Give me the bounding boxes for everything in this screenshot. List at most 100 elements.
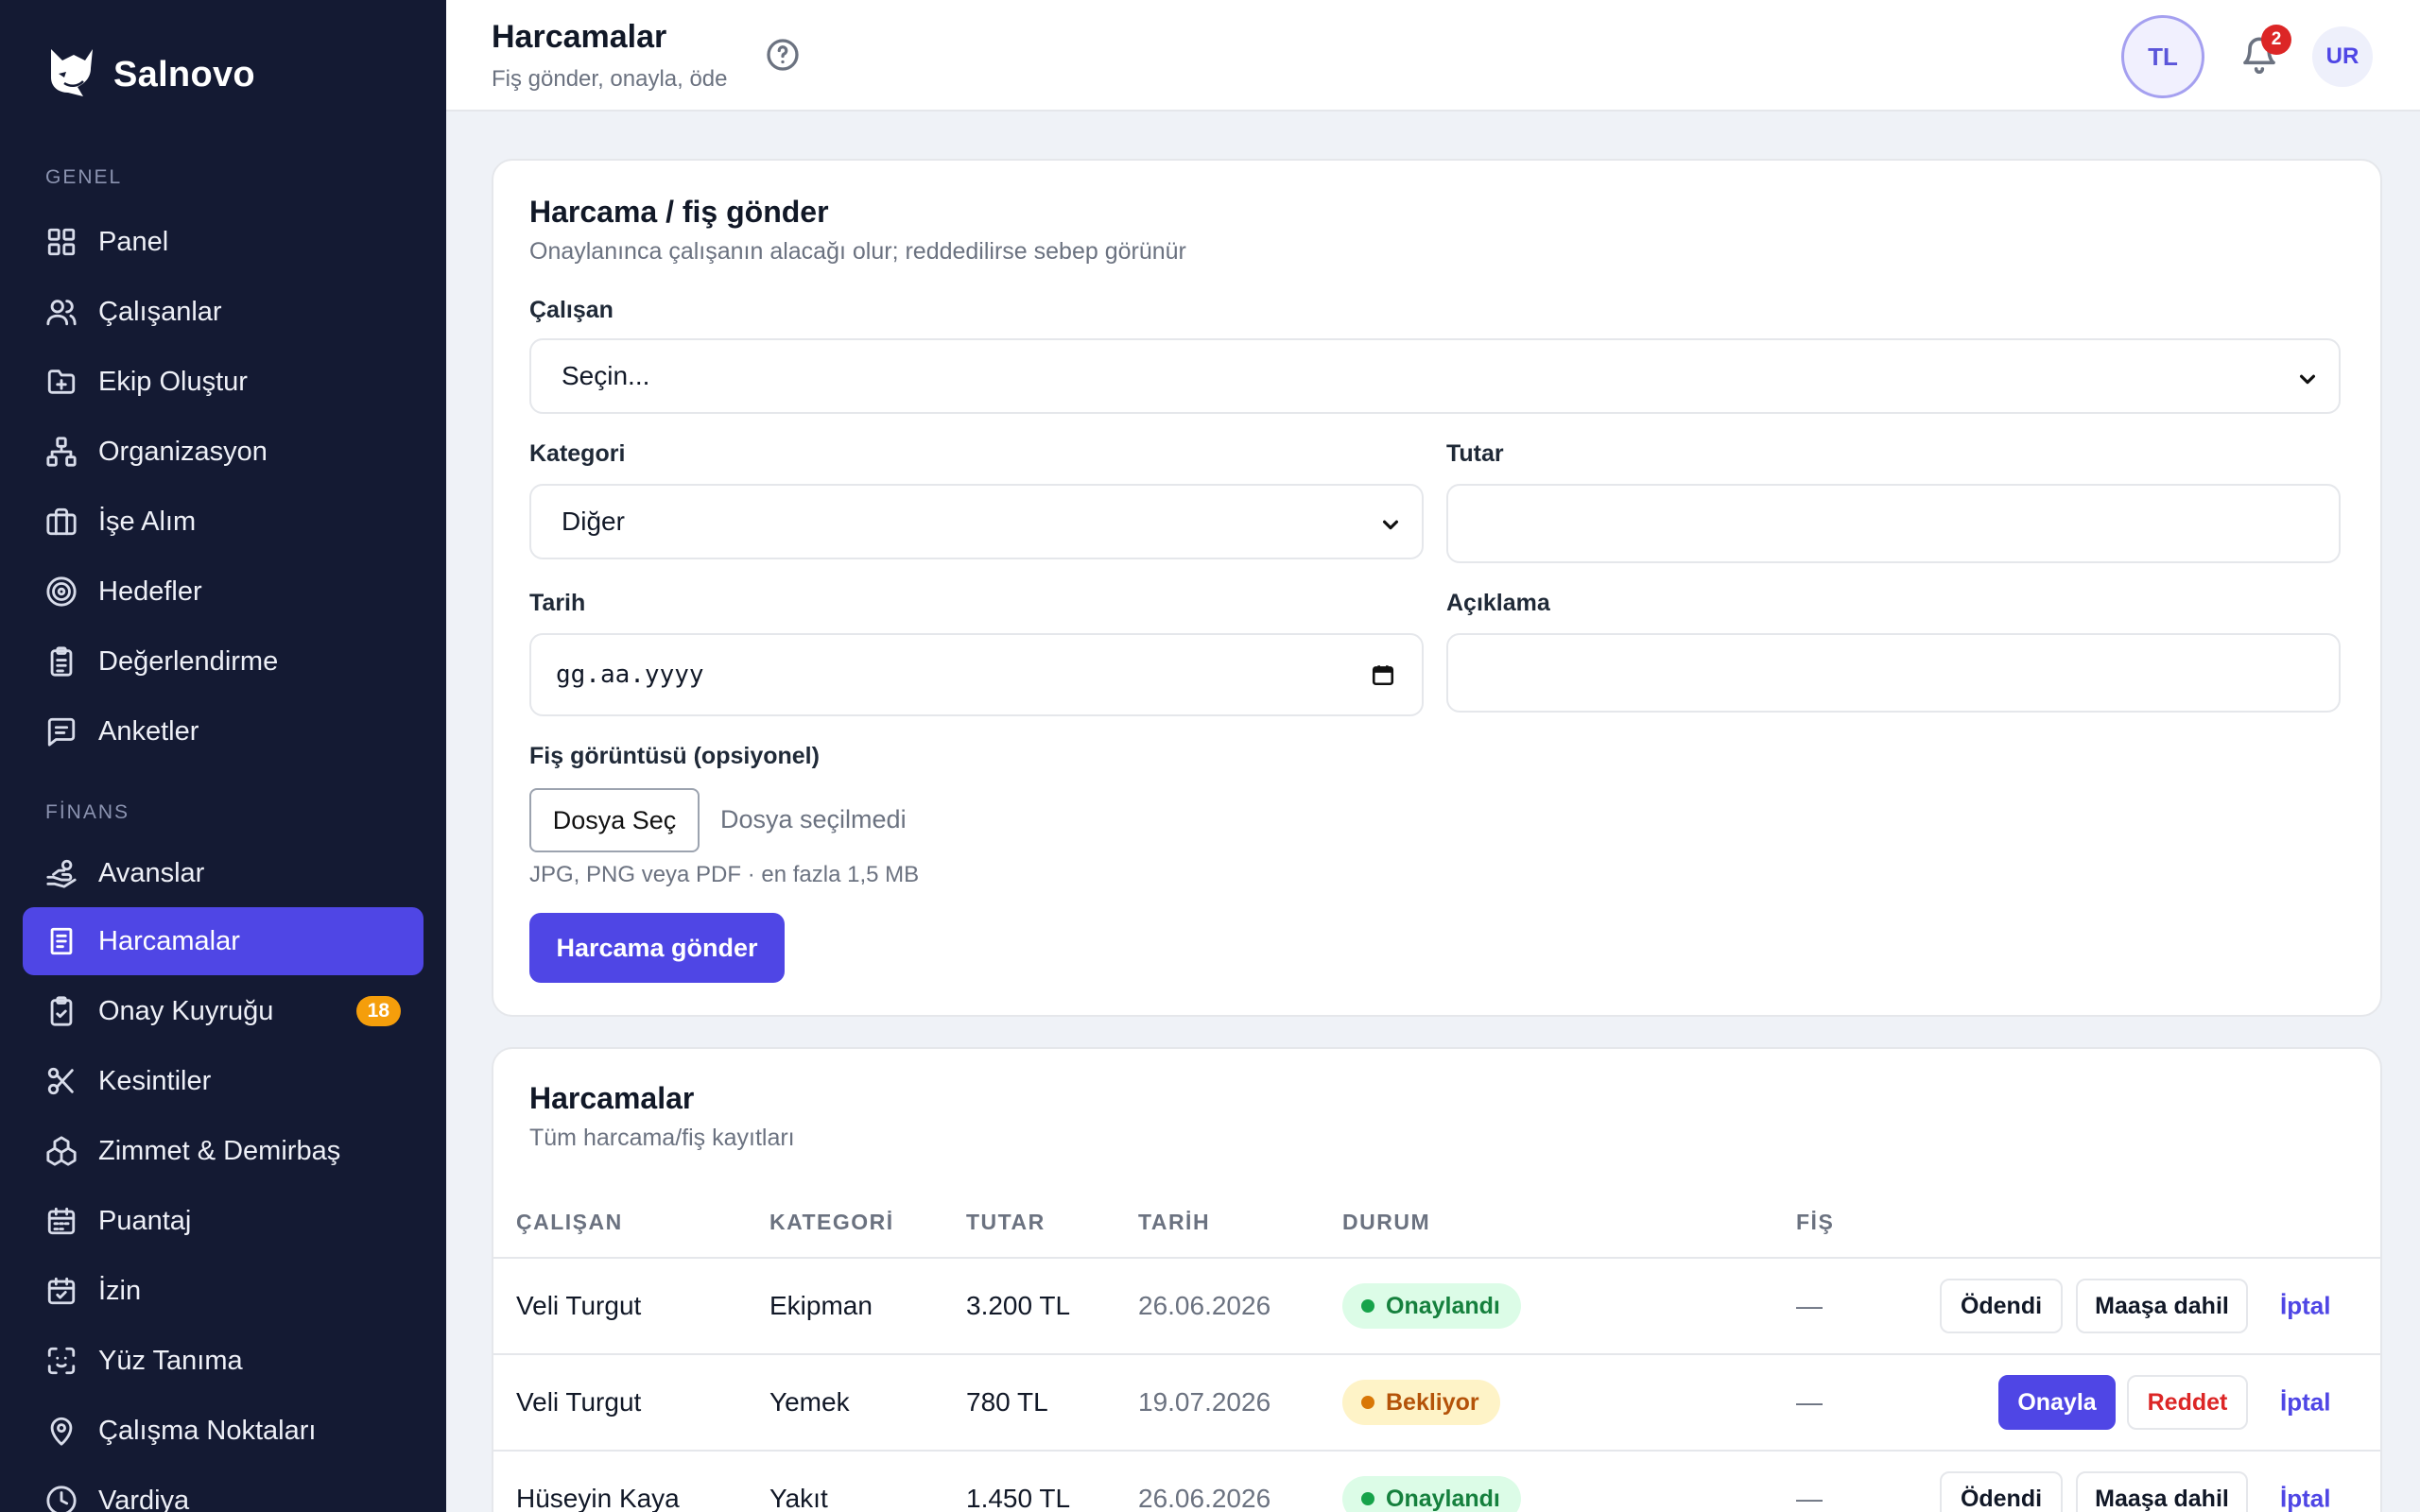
sidebar-item-label: Harcamalar (98, 925, 240, 956)
no-file-text: Dosya seçilmedi (720, 805, 907, 833)
sidebar-item-label: Hedefler (98, 576, 202, 607)
cancel-link[interactable]: İptal (2280, 1292, 2330, 1321)
clipboard-icon (45, 645, 78, 678)
sidebar-item-label: Ekip Oluştur (98, 366, 248, 397)
scissors-icon (45, 1065, 78, 1097)
page-subtitle: Fiş gönder, onayla, öde (492, 66, 728, 92)
folder-plus-icon (45, 366, 78, 398)
date-label: Tarih (529, 590, 586, 616)
sidebar-item-recruitment[interactable]: İşe Alım (23, 488, 424, 556)
sidebar-item-goals[interactable]: Hedefler (23, 558, 424, 626)
status-badge: Onaylandı (1342, 1476, 1521, 1512)
nav-section-general: GENEL (45, 166, 123, 188)
amount-label: Tutar (1446, 440, 1504, 467)
sidebar-item-label: Vardiya (98, 1485, 190, 1512)
category-select-value: Diğer (562, 507, 625, 536)
help-icon[interactable] (766, 38, 800, 72)
employee-select-value: Seçin... (562, 361, 650, 390)
mark-paid-button[interactable]: Ödendi (1940, 1279, 2063, 1333)
page-title: Harcamalar (492, 19, 667, 55)
sidebar-item-label: İzin (98, 1275, 142, 1306)
description-label: Açıklama (1446, 590, 1550, 616)
sidebar-item-deductions[interactable]: Kesintiler (23, 1047, 424, 1115)
sidebar-item-label: Avanslar (98, 857, 205, 888)
status-dot (1361, 1299, 1374, 1313)
include-in-payroll-button[interactable]: Maaşa dahil (2076, 1279, 2248, 1333)
cell-receipt: — (1796, 1484, 1823, 1512)
cancel-link[interactable]: İptal (2280, 1388, 2330, 1418)
choose-file-button[interactable]: Dosya Seç (529, 788, 700, 852)
cell-amount: 3.200 TL (966, 1291, 1071, 1320)
calendar-icon[interactable] (1371, 662, 1395, 687)
category-select[interactable]: Diğer (529, 484, 1424, 559)
sidebar-item-expenses[interactable]: Harcamalar (23, 907, 424, 975)
cell-employee: Veli Turgut (516, 1291, 642, 1320)
org-chart-icon (45, 436, 78, 468)
sidebar-item-team-create[interactable]: Ekip Oluştur (23, 348, 424, 416)
submit-expense-button[interactable]: Harcama gönder (529, 913, 785, 983)
sidebar-item-timesheet[interactable]: Puantaj (23, 1187, 424, 1255)
date-input[interactable]: gg.aa.yyyy (529, 633, 1424, 716)
sidebar-item-employees[interactable]: Çalışanlar (23, 278, 424, 346)
notification-count-badge: 2 (2261, 25, 2291, 55)
sidebar-item-label: Çalışma Noktaları (98, 1415, 317, 1446)
amount-input[interactable] (1446, 484, 2341, 563)
brand[interactable]: Salnovo (45, 45, 255, 105)
face-scan-icon (45, 1345, 78, 1377)
status-dot (1361, 1492, 1374, 1505)
include-in-payroll-button[interactable]: Maaşa dahil (2076, 1471, 2248, 1512)
sidebar-item-evaluation[interactable]: Değerlendirme (23, 627, 424, 696)
sidebar-item-organization[interactable]: Organizasyon (23, 418, 424, 486)
sidebar-item-advances[interactable]: Avanslar (23, 839, 424, 907)
sidebar-item-approval-queue[interactable]: Onay Kuyruğu 18 (23, 977, 424, 1045)
employee-select[interactable]: Seçin... (529, 338, 2341, 414)
currency-switch-button[interactable]: TL (2121, 15, 2204, 98)
status-label: Bekliyor (1386, 1388, 1479, 1416)
target-icon (45, 576, 78, 608)
sidebar-item-panel[interactable]: Panel (23, 208, 424, 276)
employee-label: Çalışan (529, 297, 614, 323)
table-row: Veli Turgut Ekipman 3.200 TL 26.06.2026 … (493, 1259, 2380, 1353)
reject-button[interactable]: Reddet (2127, 1375, 2248, 1430)
avatar[interactable]: UR (2312, 26, 2373, 87)
sidebar-item-label: Organizasyon (98, 436, 268, 467)
description-input[interactable] (1446, 633, 2341, 713)
sidebar-item-face-recognition[interactable]: Yüz Tanıma (23, 1327, 424, 1395)
brand-name: Salnovo (113, 55, 255, 94)
briefcase-icon (45, 506, 78, 538)
boxes-icon (45, 1135, 78, 1167)
cell-employee: Hüseyin Kaya (516, 1484, 680, 1512)
form-subtitle: Onaylanınca çalışanın alacağı olur; redd… (529, 238, 1186, 265)
sidebar-item-leave[interactable]: İzin (23, 1257, 424, 1325)
cell-category: Yemek (769, 1387, 850, 1417)
sidebar-item-label: İşe Alım (98, 506, 197, 537)
hand-coins-icon (45, 857, 78, 889)
expenses-list-card: Harcamalar Tüm harcama/fiş kayıtları ÇAL… (492, 1047, 2382, 1512)
list-title: Harcamalar (529, 1081, 695, 1115)
cell-date: 26.06.2026 (1138, 1484, 1271, 1512)
cell-date: 19.07.2026 (1138, 1387, 1271, 1417)
users-icon (45, 296, 78, 328)
status-label: Onaylandı (1386, 1292, 1500, 1319)
sidebar-item-surveys[interactable]: Anketler (23, 697, 424, 765)
status-badge: Onaylandı (1342, 1283, 1521, 1329)
approve-button[interactable]: Onayla (1998, 1375, 2116, 1430)
sidebar-item-label: Değerlendirme (98, 645, 279, 677)
status-badge: Bekliyor (1342, 1380, 1500, 1425)
list-subtitle: Tüm harcama/fiş kayıtları (529, 1125, 795, 1151)
cell-amount: 780 TL (966, 1387, 1048, 1417)
grid-icon (45, 226, 78, 258)
column-header-category: KATEGORİ (769, 1210, 894, 1234)
sidebar-item-assets[interactable]: Zimmet & Demirbaş (23, 1117, 424, 1185)
sidebar-item-label: Yüz Tanıma (98, 1345, 243, 1376)
sidebar-item-work-locations[interactable]: Çalışma Noktaları (23, 1397, 424, 1465)
sidebar-item-shift[interactable]: Vardiya (23, 1467, 424, 1512)
cell-date: 26.06.2026 (1138, 1291, 1271, 1320)
mark-paid-button[interactable]: Ödendi (1940, 1471, 2063, 1512)
column-header-status: DURUM (1342, 1210, 1431, 1234)
cell-category: Yakıt (769, 1484, 828, 1512)
cancel-link[interactable]: İptal (2280, 1485, 2330, 1512)
file-hint: JPG, PNG veya PDF · en fazla 1,5 MB (529, 862, 920, 887)
chevron-down-icon (1380, 511, 1401, 532)
table-row: Hüseyin Kaya Yakıt 1.450 TL 26.06.2026 O… (493, 1452, 2380, 1512)
